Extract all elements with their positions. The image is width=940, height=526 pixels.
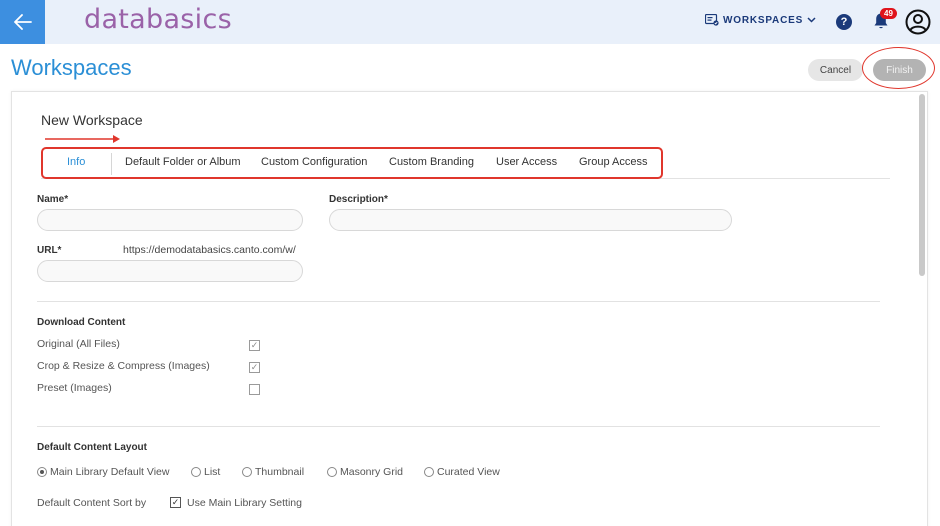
check-icon: ✓ — [250, 340, 259, 350]
download-crop-checkbox[interactable]: ✓ — [249, 362, 260, 373]
download-option-label: Crop & Resize & Compress (Images) — [37, 360, 210, 372]
workspace-icon — [705, 14, 719, 26]
arrow-left-icon — [13, 14, 32, 30]
download-option-label: Preset (Images) — [37, 382, 112, 394]
url-label: URL* — [37, 245, 62, 256]
content-layout-title: Default Content Layout — [37, 442, 147, 453]
help-button[interactable]: ? — [836, 14, 852, 30]
notification-badge: 49 — [880, 8, 897, 19]
use-main-library-setting-checkbox[interactable]: ✓ — [170, 497, 181, 508]
download-option-label: Original (All Files) — [37, 338, 120, 350]
radio-selected-dot — [40, 470, 44, 474]
radio-label: Curated View — [437, 466, 500, 478]
tab-group-access[interactable]: Group Access — [579, 156, 647, 168]
download-preset-checkbox[interactable] — [249, 384, 260, 395]
description-input[interactable] — [329, 209, 732, 231]
arrow-right-icon — [45, 135, 120, 143]
workspaces-menu[interactable]: WORKSPACES — [705, 14, 816, 26]
page-title: Workspaces — [11, 55, 132, 80]
workspaces-menu-label: WORKSPACES — [723, 14, 804, 26]
radio-curated-view[interactable] — [424, 467, 434, 477]
tab-default-folder[interactable]: Default Folder or Album — [125, 156, 241, 168]
radio-label: Thumbnail — [255, 466, 305, 478]
tab-custom-branding[interactable]: Custom Branding — [389, 156, 474, 168]
scrollbar[interactable] — [919, 94, 925, 276]
tab-divider — [111, 153, 112, 175]
radio-thumbnail[interactable] — [242, 467, 252, 477]
sort-by-label: Default Content Sort by — [37, 497, 147, 509]
section-title: New Workspace — [41, 112, 143, 128]
radio-main-library-view[interactable] — [37, 467, 47, 477]
help-icon: ? — [840, 16, 848, 28]
tab-info[interactable]: Info — [67, 156, 85, 168]
url-prefix: https://demodatabasics.canto.com/w/ — [123, 244, 296, 256]
check-icon: ✓ — [171, 497, 180, 507]
url-input[interactable] — [37, 260, 303, 282]
divider — [37, 301, 880, 302]
radio-label: Masonry Grid — [340, 466, 404, 478]
tab-user-access[interactable]: User Access — [496, 156, 557, 168]
sort-option-label: Use Main Library Setting — [187, 497, 302, 509]
tab-custom-configuration[interactable]: Custom Configuration — [261, 156, 367, 168]
divider — [37, 426, 880, 427]
finish-highlight-circle — [862, 47, 935, 89]
description-label: Description* — [329, 194, 388, 205]
check-icon: ✓ — [250, 362, 259, 372]
cancel-button[interactable]: Cancel — [808, 59, 863, 81]
download-original-checkbox[interactable]: ✓ — [249, 340, 260, 351]
top-header: databasics WORKSPACES ? 49 — [0, 0, 940, 44]
back-button[interactable] — [0, 0, 45, 44]
radio-masonry-grid[interactable] — [327, 467, 337, 477]
chevron-down-icon — [807, 17, 816, 23]
radio-label: List — [204, 466, 221, 478]
radio-list[interactable] — [191, 467, 201, 477]
app-logo[interactable]: databasics — [84, 4, 232, 35]
download-content-title: Download Content — [37, 317, 126, 328]
user-avatar-icon[interactable] — [905, 9, 931, 35]
name-label: Name* — [37, 194, 69, 205]
name-input[interactable] — [37, 209, 303, 231]
radio-label: Main Library Default View — [50, 466, 170, 478]
